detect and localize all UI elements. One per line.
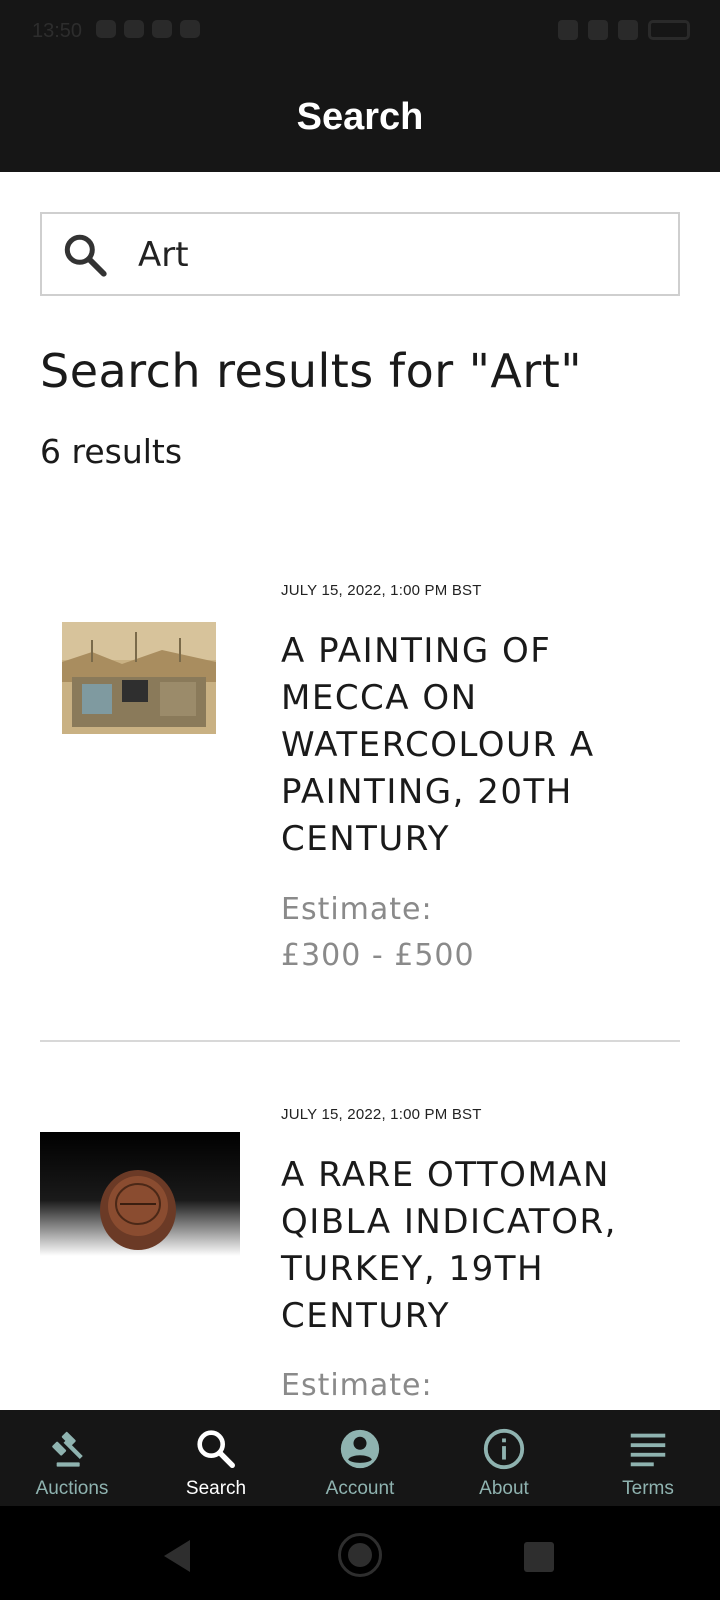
bluetooth-icon	[558, 20, 578, 40]
notification-icon	[96, 20, 116, 38]
tab-label: Auctions	[35, 1478, 109, 1499]
home-button[interactable]	[338, 1533, 382, 1577]
tab-label: Search	[185, 1478, 247, 1499]
result-thumbnail[interactable]	[40, 1132, 240, 1256]
result-estimate-label: Estimate:	[281, 1368, 433, 1403]
result-divider	[40, 1040, 680, 1042]
notification-icons	[96, 20, 200, 38]
results-count: 6 results	[40, 432, 183, 471]
results-heading: Search results for "Art"	[40, 344, 582, 398]
mail-icon	[152, 20, 172, 38]
result-thumbnail[interactable]	[62, 622, 216, 734]
result-item[interactable]: JULY 15, 2022, 1:00 PM BST A PAINTING OF…	[40, 570, 680, 1042]
battery-icon	[648, 20, 690, 40]
tab-label: About	[479, 1478, 529, 1499]
home-icon	[348, 1543, 372, 1567]
tab-terms[interactable]: Terms	[576, 1410, 720, 1506]
status-bar: 13:50	[0, 0, 720, 62]
result-date: JULY 15, 2022, 1:00 PM BST	[281, 582, 482, 599]
bottom-nav: Auctions Search Account About Terms	[0, 1410, 720, 1506]
tab-auctions[interactable]: Auctions	[0, 1410, 144, 1506]
tab-label: Terms	[622, 1478, 674, 1499]
tab-label: Account	[325, 1478, 395, 1499]
result-estimate-value: £300 - £500	[281, 938, 475, 973]
back-icon[interactable]	[160, 1538, 194, 1574]
silent-icon	[588, 20, 608, 40]
app-header: Search	[0, 62, 720, 172]
system-status-icons	[558, 20, 690, 40]
page-title: Search	[296, 95, 424, 138]
tab-about[interactable]: About	[432, 1410, 576, 1506]
result-title[interactable]: A PAINTING OF MECCA ON WATERCOLOUR A PAI…	[281, 628, 671, 863]
youtube-icon	[180, 20, 200, 38]
search-box[interactable]	[40, 212, 680, 296]
account-icon	[340, 1429, 380, 1469]
status-time: 13:50	[32, 20, 83, 42]
info-icon	[483, 1428, 525, 1470]
recent-apps-button[interactable]	[524, 1542, 554, 1572]
result-title[interactable]: A RARE OTTOMAN QIBLA INDICATOR, TURKEY, …	[281, 1152, 671, 1340]
system-nav-bar	[0, 1506, 720, 1600]
search-input[interactable]	[138, 228, 658, 282]
search-icon	[64, 234, 107, 277]
result-estimate-label: Estimate:	[281, 892, 433, 927]
tab-account[interactable]: Account	[288, 1410, 432, 1506]
search-icon	[197, 1430, 235, 1468]
terms-icon	[630, 1433, 666, 1467]
result-date: JULY 15, 2022, 1:00 PM BST	[281, 1106, 482, 1123]
gavel-icon	[52, 1431, 83, 1467]
wifi-icon	[618, 20, 638, 40]
youtube-icon	[124, 20, 144, 38]
tab-search[interactable]: Search	[144, 1410, 288, 1506]
result-item[interactable]: JULY 15, 2022, 1:00 PM BST A RARE OTTOMA…	[40, 1094, 680, 1410]
